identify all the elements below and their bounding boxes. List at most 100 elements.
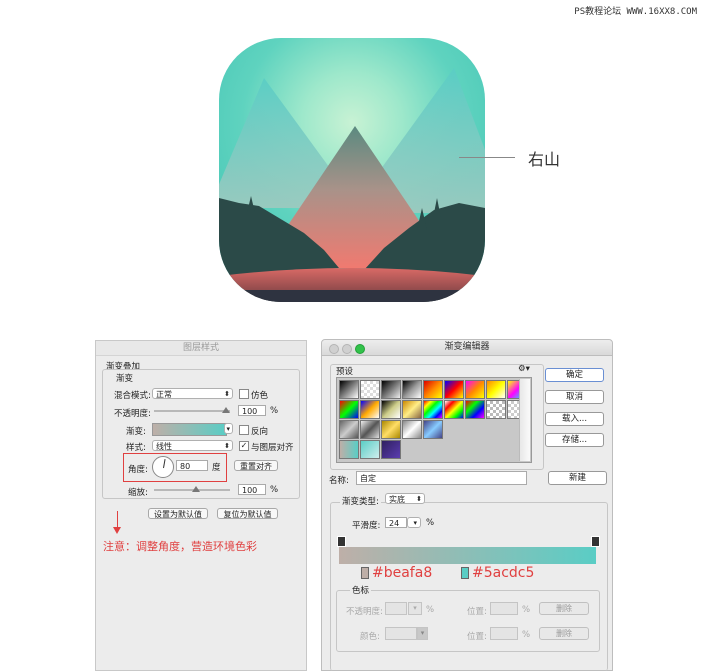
scale-label: 缩放: <box>128 488 148 498</box>
preset-swatch[interactable] <box>360 440 380 459</box>
stop-color-swatch[interactable] <box>385 627 417 640</box>
preset-swatch[interactable] <box>339 420 359 439</box>
gradient-swatch[interactable] <box>152 423 227 436</box>
preset-swatch[interactable] <box>423 420 443 439</box>
presets-grid <box>336 377 532 463</box>
note-text: 注意：调整角度，营造环境色彩 <box>103 540 257 553</box>
preset-swatch[interactable] <box>339 400 359 419</box>
preset-swatch[interactable] <box>381 380 401 399</box>
watermark-text: PS教程论坛 WWW.16XX8.COM <box>574 7 697 17</box>
stop-color-dropdown[interactable]: ▾ <box>417 627 428 640</box>
preset-swatch[interactable] <box>402 400 422 419</box>
preset-swatch[interactable] <box>486 400 506 419</box>
color-stop-left[interactable] <box>361 567 369 579</box>
opacity-slider-thumb[interactable] <box>222 407 230 413</box>
stop-opacity-stepper[interactable]: ▾ <box>408 602 422 615</box>
preset-swatch[interactable] <box>465 380 485 399</box>
preset-swatch[interactable] <box>444 380 464 399</box>
right-color-hex: #5acdc5 <box>472 565 535 581</box>
preset-swatch[interactable] <box>444 400 464 419</box>
ok-button[interactable]: 确定 <box>545 368 604 382</box>
opacity-input[interactable]: 100 <box>238 405 266 416</box>
presets-title: 预设 <box>336 367 354 377</box>
preset-swatch[interactable] <box>360 420 380 439</box>
reverse-checkbox[interactable] <box>239 425 249 435</box>
preset-swatch[interactable] <box>402 380 422 399</box>
arrow-down-icon <box>113 527 121 534</box>
chevron-down-icon: ▾ <box>413 519 417 527</box>
delete-color-stop-button[interactable]: 删除 <box>539 627 589 640</box>
stop-opacity-input[interactable] <box>385 602 407 615</box>
gradient-editor-window: 渐变编辑器 预设 ⚙▾ 确定 取消 载入... 存储... 名称: 自定 新建 … <box>321 339 613 671</box>
stops-title: 色标 <box>350 584 372 596</box>
preset-swatch[interactable] <box>360 380 380 399</box>
stop-position-input[interactable] <box>490 602 518 615</box>
layer-style-title: 图层样式 <box>96 341 306 356</box>
reset-align-button[interactable]: 重置对齐 <box>234 460 278 471</box>
select-arrow-icon: ⬍ <box>416 495 422 503</box>
angle-unit: 度 <box>212 463 221 473</box>
reverse-label: 反向 <box>251 427 269 437</box>
chevron-down-icon: ▾ <box>226 425 230 433</box>
stop-color-label: 颜色: <box>360 632 380 642</box>
layer-style-panel: 图层样式 渐变叠加 渐变 混合模式: 正常 ⬍ 仿色 不透明度: 100 % 渐变… <box>95 340 307 671</box>
preset-swatch[interactable] <box>381 420 401 439</box>
stop-position-unit: % <box>522 605 531 615</box>
gradient-editor-titlebar: 渐变编辑器 <box>322 340 612 356</box>
angle-input[interactable]: 80 <box>176 460 208 471</box>
blend-mode-select[interactable]: 正常 ⬍ <box>152 388 233 399</box>
color-stop-right[interactable] <box>461 567 469 579</box>
style-select[interactable]: 线性 ⬍ <box>152 440 233 451</box>
name-input[interactable]: 自定 <box>356 471 527 485</box>
preset-swatch[interactable] <box>486 380 506 399</box>
smoothness-input[interactable]: 24 <box>385 517 407 528</box>
mountain-scene-image <box>219 38 485 302</box>
annotation-leader-line <box>459 157 515 158</box>
angle-dial-needle <box>163 459 166 469</box>
preset-swatch[interactable] <box>423 380 443 399</box>
color-position-unit: % <box>522 630 531 640</box>
save-button[interactable]: 存储... <box>545 433 604 447</box>
type-select[interactable]: 实底 ⬍ <box>385 493 425 504</box>
name-label: 名称: <box>329 476 349 486</box>
opacity-stop-left[interactable] <box>337 536 346 547</box>
opacity-slider-track[interactable] <box>154 410 230 412</box>
reset-default-button[interactable]: 复位为默认值 <box>217 508 278 519</box>
style-label: 样式: <box>126 443 146 453</box>
cancel-button[interactable]: 取消 <box>545 390 604 404</box>
blend-mode-label: 混合模式: <box>114 391 151 401</box>
preset-swatch[interactable] <box>423 400 443 419</box>
smoothness-label: 平滑度: <box>352 521 381 531</box>
preset-swatch[interactable] <box>402 420 422 439</box>
smoothness-stepper[interactable]: ▾ <box>407 517 421 528</box>
color-position-input[interactable] <box>490 627 518 640</box>
delete-opacity-stop-button[interactable]: 删除 <box>539 602 589 615</box>
gradient-dropdown[interactable]: ▾ <box>224 423 233 434</box>
preset-swatch[interactable] <box>381 400 401 419</box>
preset-swatch[interactable] <box>339 440 359 459</box>
dither-checkbox[interactable] <box>239 389 249 399</box>
set-default-button[interactable]: 设置为默认值 <box>148 508 208 519</box>
new-button[interactable]: 新建 <box>548 471 607 485</box>
preset-swatch[interactable] <box>381 440 401 459</box>
type-label: 渐变类型: <box>340 495 381 507</box>
stops-group <box>336 590 600 652</box>
gradient-preview-bar[interactable] <box>339 547 596 564</box>
presets-gear-icon[interactable]: ⚙▾ <box>518 364 530 374</box>
preset-swatch[interactable] <box>339 380 359 399</box>
preset-swatch[interactable] <box>465 400 485 419</box>
angle-label: 角度: <box>128 465 148 475</box>
annotation-label: 右山 <box>528 150 561 169</box>
type-value: 实底 <box>389 495 405 504</box>
presets-scrollbar[interactable] <box>519 379 530 461</box>
preset-swatch[interactable] <box>360 400 380 419</box>
align-label: 与图层对齐 <box>251 443 294 453</box>
load-button[interactable]: 载入... <box>545 412 604 426</box>
angle-dial[interactable] <box>152 456 174 478</box>
align-checkbox[interactable]: ✓ <box>239 441 249 451</box>
stop-opacity-label: 不透明度: <box>346 607 383 617</box>
scale-input[interactable]: 100 <box>238 484 266 495</box>
app-icon-illustration <box>219 38 485 302</box>
opacity-stop-right[interactable] <box>591 536 600 547</box>
scale-slider-thumb[interactable] <box>192 486 200 492</box>
